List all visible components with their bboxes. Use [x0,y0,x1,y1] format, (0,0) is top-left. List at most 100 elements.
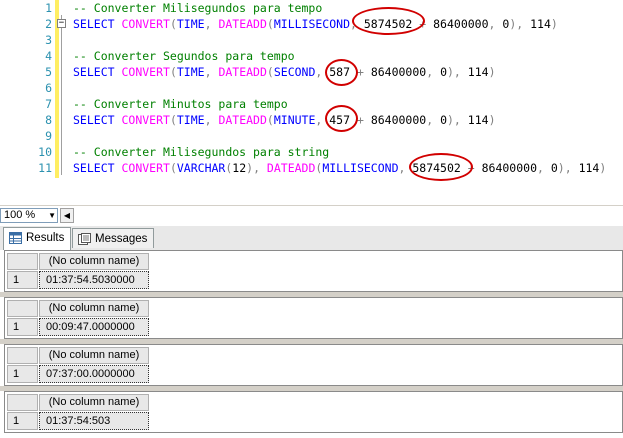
scroll-left-button[interactable]: ◀ [60,208,74,223]
line-number: 6 [45,81,52,95]
result-cell[interactable]: 01:37:54.5030000 [39,271,149,289]
result-grid[interactable]: (No column name) 1 07:37:00.0000000 [4,344,623,386]
code-token: ( [266,17,274,31]
code-token: , [426,113,441,127]
result-grid[interactable]: (No column name) 1 00:09:47.0000000 [4,297,623,339]
line-number: 4 [45,49,52,63]
line-number: 9 [45,129,52,143]
code-token: 0 [440,113,447,127]
result-cell[interactable]: 00:09:47.0000000 [39,318,149,336]
code-token: 86400000 [370,113,427,127]
row-header[interactable]: 1 [7,318,38,336]
code-line[interactable]: -- Converter Milisegundos para tempo [73,0,322,16]
code-token: MILLISECOND [273,17,351,31]
row-header[interactable]: 1 [7,365,38,383]
code-line[interactable]: SELECT CONVERT(TIME, DATEADD(SECOND, 587… [73,64,496,80]
results-tab-strip: Results Messages [0,226,623,251]
code-token: ), [509,17,531,31]
code-token: ( [169,17,177,31]
line-number: 10 [38,145,52,159]
code-token: TIME [176,65,205,79]
code-token: ) [488,65,496,79]
code-token: , [204,17,219,31]
code-token: SELECT [73,17,122,31]
messages-icon [78,233,91,245]
line-number: 7 [45,97,52,111]
code-token: -- Converter Segundos para tempo [73,49,295,63]
code-line[interactable]: SELECT CONVERT(TIME, DATEADD(MINUTE, 457… [73,112,496,128]
result-cell[interactable]: 01:37:54:503 [39,412,149,430]
code-token: 12 [232,161,247,175]
code-token: 86400000 [433,17,489,31]
code-token: ( [169,65,177,79]
code-token: DATEADD [218,17,267,31]
column-header[interactable]: (No column name) [39,394,149,411]
code-token: , [204,113,219,127]
code-line[interactable]: -- Converter Minutos para tempo [73,96,288,112]
row-header[interactable]: 1 [7,271,38,289]
code-token: VARCHAR [176,161,226,175]
editor-status-strip: 100 % ▼ ◀ [0,205,623,226]
code-token: 114 [467,65,489,79]
code-line[interactable]: SELECT CONVERT(VARCHAR(12), DATEADD(MILL… [73,160,606,176]
code-token: TIME [176,113,205,127]
code-line[interactable]: -- Converter Milisegundos para string [73,144,329,160]
zoom-value: 100 % [4,209,36,221]
collapse-icon[interactable]: − [57,19,66,28]
code-token: ( [169,113,177,127]
code-token: 0 [440,65,447,79]
code-token: ( [266,65,274,79]
code-token: , [426,65,441,79]
code-token: 86400000 [481,161,537,175]
code-token: ) [550,17,558,31]
code-token: ( [169,161,177,175]
outline-line [61,15,62,175]
tab-messages-label: Messages [95,233,148,245]
grid-corner[interactable] [7,347,38,364]
highlight-circle [325,59,358,86]
code-line[interactable]: -- Converter Segundos para tempo [73,48,295,64]
code-token: -- Converter Minutos para tempo [73,97,288,111]
code-token: ), [447,65,468,79]
code-token: SELECT [73,65,122,79]
code-token: ), [557,161,579,175]
row-header[interactable]: 1 [7,412,38,430]
code-token: ) [488,113,496,127]
code-token: TIME [176,17,205,31]
line-number: 8 [45,113,52,127]
grid-icon [9,232,22,244]
column-header[interactable]: (No column name) [39,347,149,364]
column-header[interactable]: (No column name) [39,300,149,317]
code-token: ) [599,161,607,175]
code-token: ), [246,161,267,175]
code-token: 114 [578,161,600,175]
sql-editor[interactable]: 1 2 3 4 5 6 7 8 9 10 11 − -- Converter M… [0,0,623,205]
code-token: 0 [550,161,558,175]
zoom-dropdown[interactable]: 100 % ▼ [0,208,58,223]
code-token: , [488,17,503,31]
code-token: SELECT [73,113,122,127]
line-number: 11 [38,161,52,175]
result-grid[interactable]: (No column name) 1 01:37:54:503 [4,391,623,433]
result-grid[interactable]: (No column name) 1 01:37:54.5030000 [4,250,623,292]
highlight-circle [352,7,425,35]
line-number: 1 [45,1,52,15]
line-number: 3 [45,33,52,47]
tab-results[interactable]: Results [3,227,72,250]
code-token: 86400000 [370,65,427,79]
code-token: DATEADD [218,65,267,79]
result-cell[interactable]: 07:37:00.0000000 [39,365,149,383]
code-token: DATEADD [218,113,267,127]
line-number: 2 [45,17,52,31]
chevron-down-icon: ▼ [48,211,56,220]
code-token: ), [447,113,468,127]
code-line[interactable]: SELECT CONVERT(TIME, DATEADD(MILLISECOND… [73,16,558,32]
code-token: 114 [530,17,551,31]
grid-corner[interactable] [7,253,38,270]
tab-messages[interactable]: Messages [72,228,155,248]
column-header[interactable]: (No column name) [39,253,149,270]
grid-corner[interactable] [7,300,38,317]
code-token: , [537,161,551,175]
code-token: CONVERT [121,161,170,175]
grid-corner[interactable] [7,394,38,411]
